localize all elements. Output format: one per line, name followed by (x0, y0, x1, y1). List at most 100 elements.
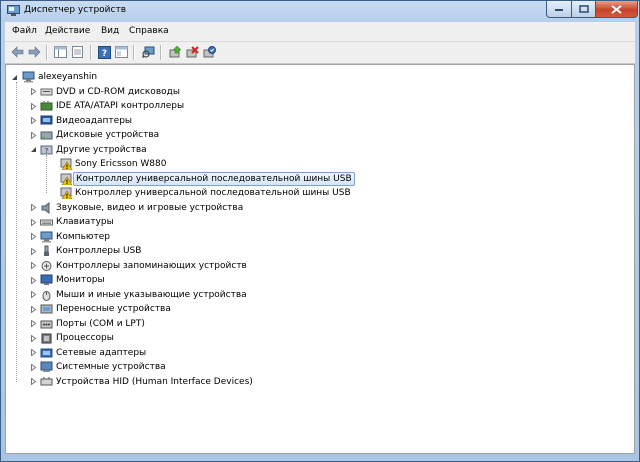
svg-text:?: ? (45, 147, 49, 155)
scan-hardware-icon (141, 46, 154, 58)
chevron-down-icon (31, 147, 36, 152)
chevron-right-icon (31, 262, 37, 269)
expand-toggle[interactable] (29, 288, 38, 302)
expand-toggle[interactable] (29, 215, 38, 229)
chevron-right-icon (31, 276, 37, 284)
toolbar-separator (160, 45, 162, 60)
window-title: Диспетчер устройств (24, 5, 127, 15)
forward-button[interactable] (27, 45, 41, 59)
tree-device-label[interactable]: Контроллер универсальной последовательно… (73, 187, 353, 199)
unknown-device-warning-icon (60, 173, 73, 185)
tree-category-label[interactable]: Переносные устройства (54, 303, 173, 315)
hid-device-icon (40, 376, 53, 385)
menu-view[interactable]: Вид (101, 26, 119, 36)
enable-device-icon (203, 46, 216, 58)
tree-category-label[interactable]: Процессоры (54, 332, 116, 344)
tree-category-label[interactable]: Другие устройства (54, 144, 149, 156)
tree-category-label[interactable]: Сетевые адаптеры (54, 347, 148, 359)
back-button[interactable] (10, 45, 24, 59)
expand-toggle[interactable] (29, 128, 38, 142)
tree-category-label[interactable]: Мониторы (54, 274, 107, 286)
expand-toggle[interactable] (29, 230, 38, 244)
expand-toggle[interactable] (29, 331, 38, 345)
tree-root-label[interactable]: alexeyanshin (36, 71, 99, 83)
maximize-button[interactable] (571, 1, 596, 18)
minimize-icon (555, 9, 563, 11)
menu-help[interactable]: Справка (129, 26, 169, 36)
show-hide-tree-button[interactable] (53, 45, 67, 59)
tree-guide-line (16, 82, 17, 382)
uninstall-icon (186, 46, 199, 58)
scan-hardware-button[interactable] (141, 45, 155, 59)
update-driver-button[interactable] (168, 45, 182, 59)
expand-toggle[interactable] (29, 201, 38, 215)
console-button[interactable] (114, 45, 128, 59)
title-bar[interactable]: Диспетчер устройств (1, 1, 639, 21)
chevron-right-icon (31, 363, 37, 371)
expand-toggle[interactable] (29, 259, 38, 273)
tree-category-label[interactable]: Системные устройства (54, 361, 168, 373)
chevron-right-icon (31, 320, 37, 327)
device-tree[interactable]: alexeyanshin DVD и CD-ROM дисководы IDE AT… (5, 64, 635, 454)
expand-toggle[interactable] (29, 99, 38, 113)
help-icon: ? (97, 45, 111, 59)
tree-category-label[interactable]: IDE ATA/ATAPI контроллеры (54, 100, 186, 112)
tree-category-label[interactable]: Контроллеры USB (54, 245, 143, 257)
chevron-down-icon (12, 74, 17, 80)
properties-button[interactable] (70, 45, 84, 59)
keyboard-icon (40, 219, 53, 226)
enable-device-button[interactable] (202, 45, 216, 59)
expand-toggle[interactable] (29, 302, 38, 316)
chevron-right-icon (31, 102, 37, 110)
expand-toggle[interactable] (29, 360, 38, 374)
unknown-device-warning-icon (60, 158, 73, 170)
properties-icon (71, 46, 83, 58)
tree-category-label[interactable]: Устройства HID (Human Interface Devices) (54, 376, 255, 388)
expand-toggle[interactable] (29, 346, 38, 360)
expand-toggle[interactable] (29, 244, 38, 258)
tree-category-label[interactable]: Клавиатуры (54, 216, 116, 228)
expand-toggle[interactable] (29, 375, 38, 389)
menu-file[interactable]: Файл (12, 26, 37, 36)
chevron-right-icon (31, 131, 37, 139)
tree-category-label[interactable]: Контроллеры запоминающих устройств (54, 260, 249, 272)
menu-action[interactable]: Действие (45, 26, 90, 36)
toolbar: ? (5, 42, 635, 64)
tree-category-label[interactable]: Звуковые, видео и игровые устройства (54, 202, 245, 214)
expand-toggle[interactable] (29, 273, 38, 287)
port-icon (40, 320, 53, 328)
sound-device-icon (41, 201, 50, 214)
help-button[interactable]: ? (97, 45, 111, 59)
tree-category-label[interactable]: Мыши и иные указывающие устройства (54, 289, 249, 301)
tree-category-label[interactable]: Видеоадаптеры (54, 115, 134, 127)
collapse-toggle[interactable] (10, 70, 19, 84)
tree-device-label[interactable]: Sony Ericsson W880 (73, 158, 168, 170)
computer-icon (40, 231, 53, 242)
minimize-button[interactable] (546, 1, 572, 18)
collapse-toggle[interactable] (29, 143, 38, 157)
display-adapter-icon (40, 115, 53, 124)
chevron-right-icon (31, 204, 37, 211)
chevron-right-icon (31, 305, 37, 313)
network-adapter-icon (40, 348, 53, 357)
mouse-icon (42, 290, 51, 301)
expand-toggle[interactable] (29, 317, 38, 331)
tree-category-label[interactable]: DVD и CD-ROM дисководы (54, 86, 182, 98)
ide-controller-icon (40, 101, 53, 111)
system-device-icon (40, 361, 53, 372)
tree-device-label[interactable]: Контроллер универсальной последовательно… (73, 171, 355, 186)
expand-toggle[interactable] (29, 114, 38, 128)
chevron-right-icon (31, 247, 37, 255)
menu-bar: Файл Действие Вид Справка (5, 22, 635, 42)
chevron-right-icon (31, 117, 37, 124)
uninstall-button[interactable] (185, 45, 199, 59)
chevron-right-icon (31, 378, 37, 385)
svg-text:?: ? (101, 49, 106, 59)
tree-category-label[interactable]: Порты (COM и LPT) (54, 318, 147, 330)
tree-category-label[interactable]: Дисковые устройства (54, 129, 161, 141)
chevron-right-icon (31, 88, 37, 95)
device-manager-window: Диспетчер устройств Файл Действие Вид Сп… (0, 0, 640, 462)
close-button[interactable] (595, 1, 638, 18)
expand-toggle[interactable] (29, 85, 38, 99)
tree-category-label[interactable]: Компьютер (54, 231, 112, 243)
